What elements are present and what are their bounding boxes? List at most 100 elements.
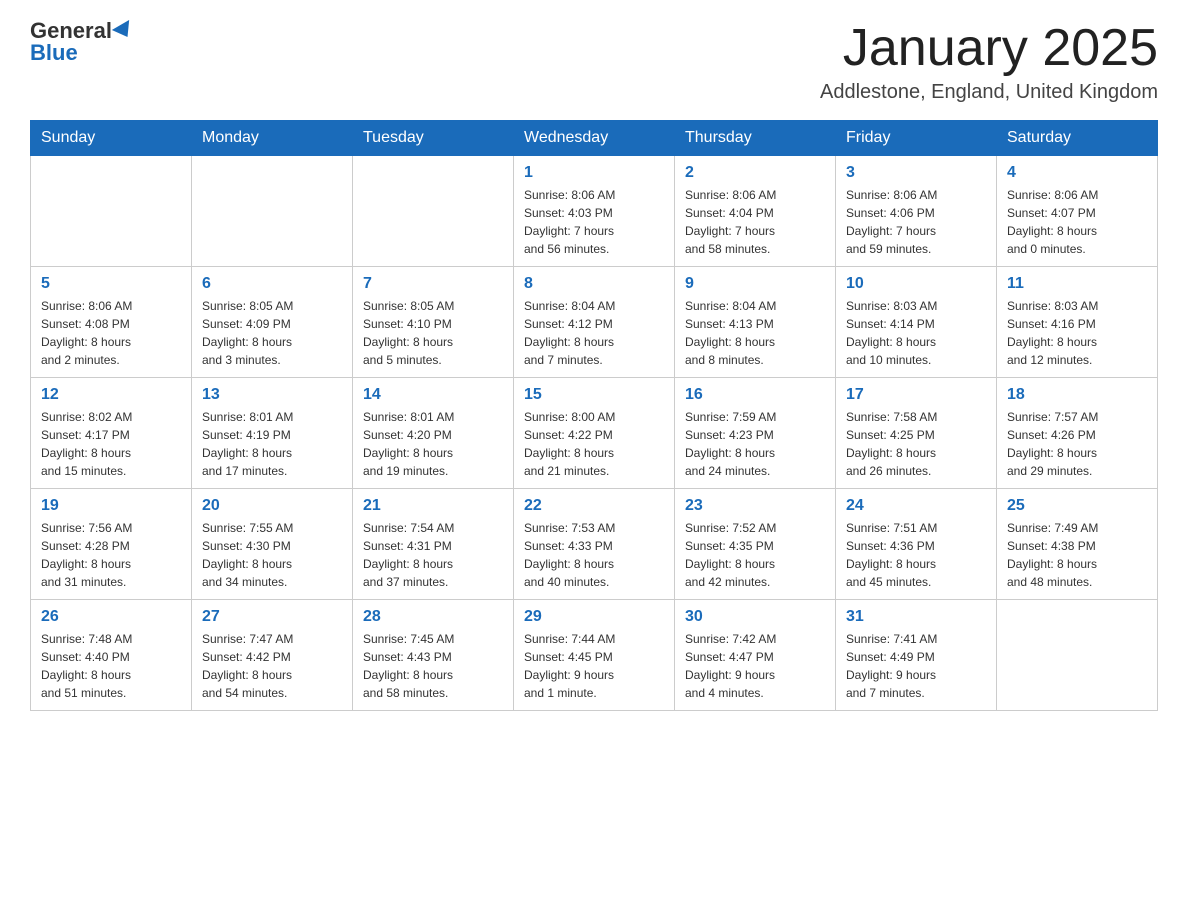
calendar-cell: 4 Sunrise: 8:06 AM Sunset: 4:07 PM Daylig…	[997, 156, 1158, 267]
day-number: 5	[41, 275, 181, 293]
day-number: 25	[1007, 497, 1147, 515]
calendar-cell: 3Sunrise: 8:06 AM Sunset: 4:06 PM Daylig…	[836, 156, 997, 267]
day-info: Sunrise: 7:42 AM Sunset: 4:47 PM Dayligh…	[685, 630, 825, 702]
calendar-cell: 9 Sunrise: 8:04 AM Sunset: 4:13 PM Daylig…	[675, 267, 836, 378]
calendar-cell: 17Sunrise: 7:58 AM Sunset: 4:25 PM Dayli…	[836, 378, 997, 489]
logo-general-text: General	[30, 20, 112, 42]
calendar-cell: 29Sunrise: 7:44 AM Sunset: 4:45 PM Dayli…	[514, 600, 675, 711]
calendar-cell: 28Sunrise: 7:45 AM Sunset: 4:43 PM Dayli…	[353, 600, 514, 711]
calendar-header: SundayMondayTuesdayWednesdayThursdayFrid…	[31, 121, 1158, 156]
calendar-cell: 2Sunrise: 8:06 AM Sunset: 4:04 PM Daylig…	[675, 156, 836, 267]
day-of-week-header: Sunday	[31, 121, 192, 156]
calendar-week-row: 19 Sunrise: 7:56 AM Sunset: 4:28 PM Dayli…	[31, 489, 1158, 600]
calendar-cell: 7Sunrise: 8:05 AM Sunset: 4:10 PM Daylig…	[353, 267, 514, 378]
calendar-body: 1 Sunrise: 8:06 AM Sunset: 4:03 PM Daylig…	[31, 156, 1158, 711]
day-of-week-header: Monday	[192, 121, 353, 156]
calendar-week-row: 5 Sunrise: 8:06 AM Sunset: 4:08 PM Daylig…	[31, 267, 1158, 378]
calendar-cell: 27 Sunrise: 7:47 AM Sunset: 4:42 PM Dayli…	[192, 600, 353, 711]
day-number: 31	[846, 608, 986, 626]
calendar-week-row: 26 Sunrise: 7:48 AM Sunset: 4:40 PM Dayli…	[31, 600, 1158, 711]
calendar-cell: 30 Sunrise: 7:42 AM Sunset: 4:47 PM Dayli…	[675, 600, 836, 711]
calendar-cell: 21 Sunrise: 7:54 AM Sunset: 4:31 PM Dayli…	[353, 489, 514, 600]
calendar-cell: 1 Sunrise: 8:06 AM Sunset: 4:03 PM Daylig…	[514, 156, 675, 267]
day-number: 4	[1007, 164, 1147, 182]
calendar-cell: 31 Sunrise: 7:41 AM Sunset: 4:49 PM Dayli…	[836, 600, 997, 711]
logo: General Blue	[30, 20, 134, 64]
calendar-cell	[192, 156, 353, 267]
location-text: Addlestone, England, United Kingdom	[820, 81, 1158, 104]
day-of-week-header: Thursday	[675, 121, 836, 156]
title-block: January 2025 Addlestone, England, United…	[820, 20, 1158, 104]
day-of-week-header: Friday	[836, 121, 997, 156]
calendar-cell: 20 Sunrise: 7:55 AM Sunset: 4:30 PM Dayli…	[192, 489, 353, 600]
day-info: Sunrise: 8:01 AM Sunset: 4:19 PM Dayligh…	[202, 408, 342, 480]
day-number: 20	[202, 497, 342, 515]
calendar-cell	[31, 156, 192, 267]
day-info: Sunrise: 8:06 AM Sunset: 4:03 PM Dayligh…	[524, 186, 664, 258]
day-number: 11	[1007, 275, 1147, 293]
day-number: 18	[1007, 386, 1147, 404]
calendar-week-row: 1 Sunrise: 8:06 AM Sunset: 4:03 PM Daylig…	[31, 156, 1158, 267]
day-number: 15	[524, 386, 664, 404]
day-number: 29	[524, 608, 664, 626]
day-number: 22	[524, 497, 664, 515]
calendar-table: SundayMondayTuesdayWednesdayThursdayFrid…	[30, 120, 1158, 711]
header-row: SundayMondayTuesdayWednesdayThursdayFrid…	[31, 121, 1158, 156]
day-info: Sunrise: 8:03 AM Sunset: 4:14 PM Dayligh…	[846, 297, 986, 369]
day-info: Sunrise: 7:47 AM Sunset: 4:42 PM Dayligh…	[202, 630, 342, 702]
day-info: Sunrise: 7:57 AM Sunset: 4:26 PM Dayligh…	[1007, 408, 1147, 480]
day-number: 8	[524, 275, 664, 293]
calendar-cell: 25 Sunrise: 7:49 AM Sunset: 4:38 PM Dayli…	[997, 489, 1158, 600]
day-number: 2	[685, 164, 825, 182]
day-info: Sunrise: 8:03 AM Sunset: 4:16 PM Dayligh…	[1007, 297, 1147, 369]
day-info: Sunrise: 8:06 AM Sunset: 4:08 PM Dayligh…	[41, 297, 181, 369]
calendar-cell	[353, 156, 514, 267]
calendar-cell: 6 Sunrise: 8:05 AM Sunset: 4:09 PM Daylig…	[192, 267, 353, 378]
day-number: 13	[202, 386, 342, 404]
day-info: Sunrise: 7:54 AM Sunset: 4:31 PM Dayligh…	[363, 519, 503, 591]
calendar-cell: 19 Sunrise: 7:56 AM Sunset: 4:28 PM Dayli…	[31, 489, 192, 600]
day-info: Sunrise: 7:55 AM Sunset: 4:30 PM Dayligh…	[202, 519, 342, 591]
calendar-cell: 12 Sunrise: 8:02 AM Sunset: 4:17 PM Dayli…	[31, 378, 192, 489]
logo-triangle-icon	[112, 20, 136, 42]
day-info: Sunrise: 8:05 AM Sunset: 4:10 PM Dayligh…	[363, 297, 503, 369]
calendar-cell: 22 Sunrise: 7:53 AM Sunset: 4:33 PM Dayli…	[514, 489, 675, 600]
calendar-cell	[997, 600, 1158, 711]
day-number: 10	[846, 275, 986, 293]
day-of-week-header: Tuesday	[353, 121, 514, 156]
day-number: 21	[363, 497, 503, 515]
calendar-cell: 24Sunrise: 7:51 AM Sunset: 4:36 PM Dayli…	[836, 489, 997, 600]
calendar-cell: 23 Sunrise: 7:52 AM Sunset: 4:35 PM Dayli…	[675, 489, 836, 600]
day-info: Sunrise: 7:53 AM Sunset: 4:33 PM Dayligh…	[524, 519, 664, 591]
day-info: Sunrise: 8:05 AM Sunset: 4:09 PM Dayligh…	[202, 297, 342, 369]
day-number: 12	[41, 386, 181, 404]
calendar-cell: 16 Sunrise: 7:59 AM Sunset: 4:23 PM Dayli…	[675, 378, 836, 489]
calendar-week-row: 12 Sunrise: 8:02 AM Sunset: 4:17 PM Dayli…	[31, 378, 1158, 489]
day-info: Sunrise: 7:56 AM Sunset: 4:28 PM Dayligh…	[41, 519, 181, 591]
day-number: 1	[524, 164, 664, 182]
day-number: 27	[202, 608, 342, 626]
day-number: 6	[202, 275, 342, 293]
day-of-week-header: Wednesday	[514, 121, 675, 156]
day-number: 19	[41, 497, 181, 515]
day-number: 17	[846, 386, 986, 404]
calendar-cell: 5 Sunrise: 8:06 AM Sunset: 4:08 PM Daylig…	[31, 267, 192, 378]
day-info: Sunrise: 7:48 AM Sunset: 4:40 PM Dayligh…	[41, 630, 181, 702]
day-info: Sunrise: 7:59 AM Sunset: 4:23 PM Dayligh…	[685, 408, 825, 480]
calendar-cell: 18 Sunrise: 7:57 AM Sunset: 4:26 PM Dayli…	[997, 378, 1158, 489]
page-header: General Blue January 2025 Addlestone, En…	[30, 20, 1158, 104]
day-info: Sunrise: 8:04 AM Sunset: 4:13 PM Dayligh…	[685, 297, 825, 369]
day-number: 30	[685, 608, 825, 626]
day-info: Sunrise: 7:52 AM Sunset: 4:35 PM Dayligh…	[685, 519, 825, 591]
day-number: 9	[685, 275, 825, 293]
day-number: 16	[685, 386, 825, 404]
day-info: Sunrise: 7:51 AM Sunset: 4:36 PM Dayligh…	[846, 519, 986, 591]
day-info: Sunrise: 7:49 AM Sunset: 4:38 PM Dayligh…	[1007, 519, 1147, 591]
day-info: Sunrise: 7:41 AM Sunset: 4:49 PM Dayligh…	[846, 630, 986, 702]
day-of-week-header: Saturday	[997, 121, 1158, 156]
day-info: Sunrise: 8:02 AM Sunset: 4:17 PM Dayligh…	[41, 408, 181, 480]
day-info: Sunrise: 8:06 AM Sunset: 4:07 PM Dayligh…	[1007, 186, 1147, 258]
day-number: 26	[41, 608, 181, 626]
day-number: 23	[685, 497, 825, 515]
day-number: 28	[363, 608, 503, 626]
